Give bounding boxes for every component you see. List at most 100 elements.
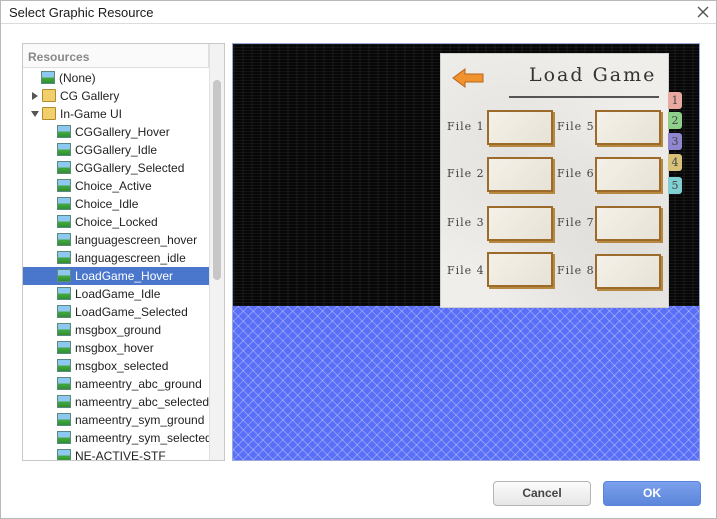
tree-item-label: nameentry_sym_selected xyxy=(75,431,209,445)
tree-item-row[interactable]: LoadGame_Hover xyxy=(23,267,209,285)
tree-item-label: In-Game UI xyxy=(60,107,123,121)
tree-item-label: nameentry_sym_ground xyxy=(75,413,205,427)
load-game-title: Load Game xyxy=(529,64,657,86)
tree-item-row[interactable]: LoadGame_Selected xyxy=(23,303,209,321)
image-icon xyxy=(57,233,71,246)
load-game-panel: Load Game File 1 File 2 File 3 File 4 Fi… xyxy=(441,54,668,307)
tree-item-row[interactable]: nameentry_sym_selected xyxy=(23,429,209,447)
tree-item-label: LoadGame_Idle xyxy=(75,287,161,301)
tree-item-row[interactable]: msgbox_hover xyxy=(23,339,209,357)
tree-item-label: (None) xyxy=(59,71,96,85)
title-underline xyxy=(509,96,659,98)
tree-item-row[interactable]: Choice_Locked xyxy=(23,213,209,231)
page-tab: 1 xyxy=(668,92,682,109)
image-icon xyxy=(57,413,71,426)
tree-item-label: languagescreen_hover xyxy=(75,233,198,247)
tree-item-label: nameentry_abc_selected xyxy=(75,395,209,409)
tree-item-row[interactable]: NE-ACTIVE-STF xyxy=(23,447,209,461)
image-icon xyxy=(57,251,71,264)
image-icon xyxy=(57,359,71,372)
tree-item-row[interactable]: (None) xyxy=(23,69,209,87)
file-label: File 6 xyxy=(557,167,595,180)
save-slot xyxy=(595,157,661,192)
page-tab: 2 xyxy=(668,112,682,129)
image-preview: Load Game File 1 File 2 File 3 File 4 Fi… xyxy=(232,43,700,461)
tree-item-label: CGGallery_Idle xyxy=(75,143,158,157)
select-graphic-resource-dialog: Select Graphic Resource Resources (None)… xyxy=(0,0,717,519)
save-slot xyxy=(487,157,553,192)
tree-item-row[interactable]: msgbox_selected xyxy=(23,357,209,375)
save-slot xyxy=(487,252,553,287)
tree-item-row[interactable]: nameentry_abc_selected xyxy=(23,393,209,411)
tree-item-row[interactable]: Choice_Active xyxy=(23,177,209,195)
tree-folder-row[interactable]: CG Gallery xyxy=(23,87,209,105)
dialog-title: Select Graphic Resource xyxy=(9,5,154,20)
page-tab: 3 xyxy=(668,133,682,150)
image-icon xyxy=(57,305,71,318)
tree-item-row[interactable]: CGGallery_Selected xyxy=(23,159,209,177)
image-icon xyxy=(41,71,55,84)
file-label: File 4 xyxy=(447,264,485,277)
file-label: File 7 xyxy=(557,216,595,229)
tree-item-label: NE-ACTIVE-STF xyxy=(75,449,166,461)
save-slot xyxy=(595,206,661,241)
tree-item-row[interactable]: languagescreen_hover xyxy=(23,231,209,249)
page-tab: 4 xyxy=(668,154,682,171)
preview-image: Load Game File 1 File 2 File 3 File 4 Fi… xyxy=(233,44,699,307)
image-icon xyxy=(57,377,71,390)
save-slot xyxy=(595,254,661,289)
image-icon xyxy=(57,197,71,210)
file-label: File 2 xyxy=(447,167,485,180)
file-label: File 8 xyxy=(557,264,595,277)
cancel-button[interactable]: Cancel xyxy=(493,481,591,506)
image-icon xyxy=(57,449,71,460)
tree-item-row[interactable]: nameentry_sym_ground xyxy=(23,411,209,429)
tree-item-label: CGGallery_Hover xyxy=(75,125,170,139)
image-icon xyxy=(57,287,71,300)
tree-item-label: msgbox_selected xyxy=(75,359,169,373)
scrollbar-thumb[interactable] xyxy=(213,80,221,280)
folder-icon xyxy=(42,107,56,120)
close-button[interactable] xyxy=(694,3,712,21)
resources-tree: Resources (None) CG Gallery In-Game UI CGGa… xyxy=(22,43,225,461)
tree-column-header[interactable]: Resources xyxy=(23,44,209,68)
ok-button[interactable]: OK xyxy=(603,481,701,506)
image-icon xyxy=(57,341,71,354)
close-icon xyxy=(697,6,709,18)
tree-item-row[interactable]: LoadGame_Idle xyxy=(23,285,209,303)
tree-item-label: msgbox_ground xyxy=(75,323,162,337)
tree-item-label: languagescreen_idle xyxy=(75,251,186,265)
tree-item-row[interactable]: CGGallery_Hover xyxy=(23,123,209,141)
expand-arrow-right-icon[interactable] xyxy=(31,92,39,100)
tree-item-row[interactable]: languagescreen_idle xyxy=(23,249,209,267)
tree-item-label: CGGallery_Selected xyxy=(75,161,185,175)
image-icon xyxy=(57,125,71,138)
expand-arrow-down-icon[interactable] xyxy=(31,110,39,118)
tree-item-label: LoadGame_Hover xyxy=(75,269,174,283)
image-icon xyxy=(57,269,71,282)
image-icon xyxy=(57,179,71,192)
tree-item-label: Choice_Active xyxy=(75,179,152,193)
title-bar: Select Graphic Resource xyxy=(1,1,716,24)
tree-header-label: Resources xyxy=(28,50,90,64)
save-slot xyxy=(487,206,553,241)
tree-item-label: CG Gallery xyxy=(60,89,120,103)
tree-item-row[interactable]: CGGallery_Idle xyxy=(23,141,209,159)
tree-item-row[interactable]: msgbox_ground xyxy=(23,321,209,339)
image-icon xyxy=(57,395,71,408)
image-icon xyxy=(57,161,71,174)
tree-scrollbar[interactable] xyxy=(209,44,224,460)
image-icon xyxy=(57,431,71,444)
tree-list: (None) CG Gallery In-Game UI CGGallery_Hove… xyxy=(23,69,209,461)
tree-item-label: LoadGame_Selected xyxy=(75,305,188,319)
tree-folder-row[interactable]: In-Game UI xyxy=(23,105,209,123)
save-slot xyxy=(595,110,661,145)
tree-item-row[interactable]: nameentry_abc_ground xyxy=(23,375,209,393)
tree-item-label: nameentry_abc_ground xyxy=(75,377,202,391)
image-icon xyxy=(57,215,71,228)
file-label: File 5 xyxy=(557,120,595,133)
tree-item-label: msgbox_hover xyxy=(75,341,154,355)
back-arrow-icon xyxy=(452,68,484,88)
file-label: File 1 xyxy=(447,120,485,133)
tree-item-row[interactable]: Choice_Idle xyxy=(23,195,209,213)
